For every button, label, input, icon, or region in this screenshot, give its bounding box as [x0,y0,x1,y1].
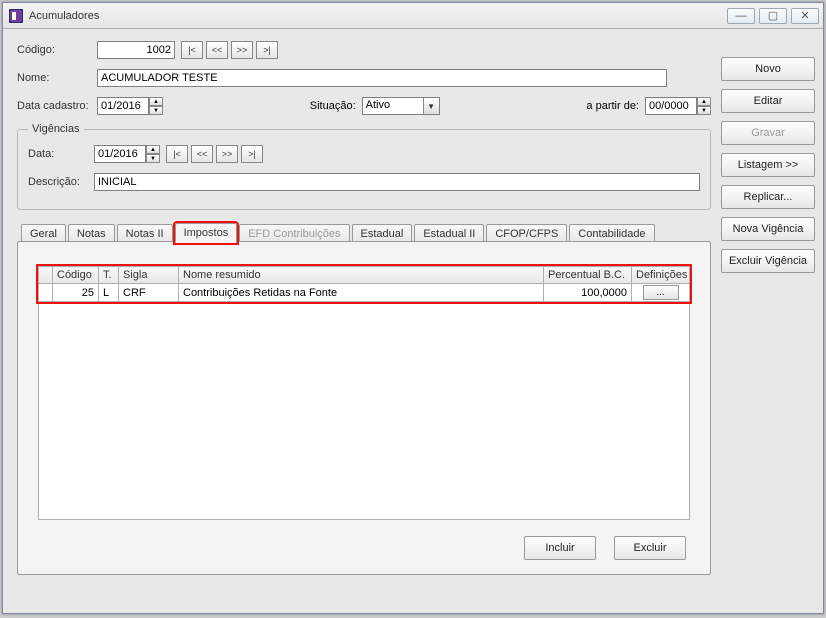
vig-nav-next[interactable]: >> [216,145,238,163]
combo-dropdown-icon[interactable]: ▼ [423,98,439,114]
main-panel: Código: |< << >> >| Nome: Data cadastro: [3,29,719,613]
grid-row[interactable]: 25 L CRF Contribuições Retidas na Fonte … [39,284,690,302]
gravar-button[interactable]: Gravar [721,121,815,145]
apartir-spin-up[interactable]: ▲ [697,97,711,106]
cell-def[interactable]: ... [632,284,690,302]
nome-input[interactable] [97,69,667,87]
vig-nav-last[interactable]: >| [241,145,263,163]
datacad-spin-up[interactable]: ▲ [149,97,163,106]
apartir-label: a partir de: [586,100,639,112]
datacad-label: Data cadastro: [17,100,97,112]
nav-prev-button[interactable]: << [206,41,228,59]
close-button[interactable]: ✕ [791,8,819,24]
situacao-label: Situação: [310,100,356,112]
vig-data-input[interactable] [94,145,146,163]
client-area: Código: |< << >> >| Nome: Data cadastro: [3,29,823,613]
situacao-value: Ativo [363,98,423,114]
grid-rowheader [39,284,53,302]
nav-last-button[interactable]: >| [256,41,278,59]
vig-nav-first[interactable]: |< [166,145,188,163]
excluir-vigencia-button[interactable]: Excluir Vigência [721,249,815,273]
nav-next-button[interactable]: >> [231,41,253,59]
codigo-label: Código: [17,44,97,56]
definicoes-button[interactable]: ... [643,285,679,300]
grid-col-nome[interactable]: Nome resumido [179,267,544,284]
cell-pct[interactable]: 100,0000 [544,284,632,302]
tab-impostos[interactable]: Impostos [175,223,238,243]
datacad-spin-down[interactable]: ▼ [149,106,163,115]
tab-page-impostos: Código T. Sigla Nome resumido Percentual… [17,241,711,575]
apartir-input[interactable] [645,97,697,115]
vig-descr-input[interactable] [94,173,700,191]
nome-label: Nome: [17,72,97,84]
apartir-spin-down[interactable]: ▼ [697,106,711,115]
vigencias-legend: Vigências [28,123,84,135]
maximize-button[interactable]: ▢ [759,8,787,24]
replicar-button[interactable]: Replicar... [721,185,815,209]
novo-button[interactable]: Novo [721,57,815,81]
grid-col-t[interactable]: T. [99,267,119,284]
incluir-button[interactable]: Incluir [524,536,596,560]
grid-col-sigla[interactable]: Sigla [119,267,179,284]
cell-codigo[interactable]: 25 [53,284,99,302]
window-title: Acumuladores [29,10,727,22]
grid-col-rowheader [39,267,53,284]
grid-highlight: Código T. Sigla Nome resumido Percentual… [38,266,690,302]
vigencias-group: Vigências Data: ▲ ▼ |< << >> >| [17,123,711,210]
tabstrip: Geral Notas Notas II Impostos EFD Contri… [17,220,711,242]
app-icon [9,9,23,23]
grid-header-row: Código T. Sigla Nome resumido Percentual… [39,267,690,284]
vig-data-spin-down[interactable]: ▼ [146,154,160,163]
grid-body-blank [38,302,690,520]
vig-data-label: Data: [28,148,94,160]
cell-t[interactable]: L [99,284,119,302]
codigo-input[interactable] [97,41,175,59]
minimize-button[interactable]: — [727,8,755,24]
situacao-combo[interactable]: Ativo ▼ [362,97,440,115]
vig-descr-label: Descrição: [28,176,94,188]
vig-nav-prev[interactable]: << [191,145,213,163]
impostos-grid[interactable]: Código T. Sigla Nome resumido Percentual… [38,266,690,302]
grid-col-def[interactable]: Definições [632,267,690,284]
grid-col-codigo[interactable]: Código [53,267,99,284]
grid-col-pct[interactable]: Percentual B.C. [544,267,632,284]
datacad-input[interactable] [97,97,149,115]
nova-vigencia-button[interactable]: Nova Vigência [721,217,815,241]
nav-first-button[interactable]: |< [181,41,203,59]
vig-data-spin-up[interactable]: ▲ [146,145,160,154]
titlebar: Acumuladores — ▢ ✕ [3,3,823,29]
cell-nome[interactable]: Contribuições Retidas na Fonte [179,284,544,302]
listagem-button[interactable]: Listagem >> [721,153,815,177]
excluir-button[interactable]: Excluir [614,536,686,560]
side-buttons: Novo Editar Gravar Listagem >> Replicar.… [719,29,823,613]
editar-button[interactable]: Editar [721,89,815,113]
window-frame: Acumuladores — ▢ ✕ Código: |< << >> >| [2,2,824,614]
cell-sigla[interactable]: CRF [119,284,179,302]
